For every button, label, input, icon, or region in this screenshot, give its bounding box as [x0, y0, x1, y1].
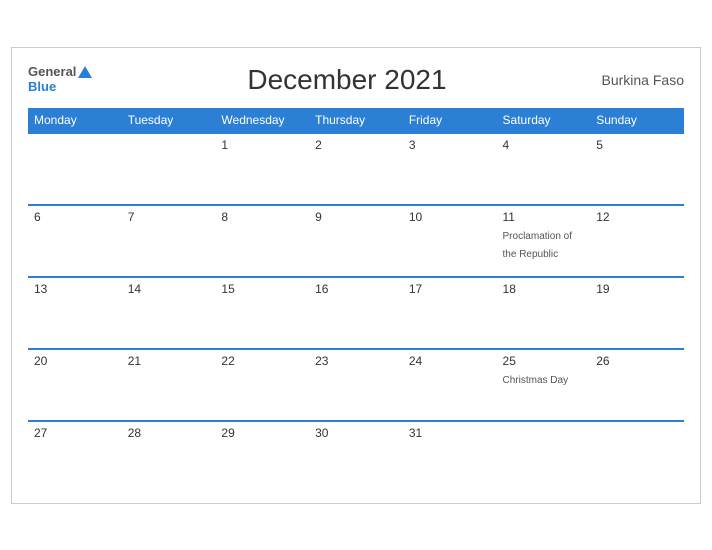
logo-blue-text: Blue — [28, 80, 92, 94]
day-number: 25 — [503, 354, 585, 368]
day-number: 24 — [409, 354, 491, 368]
day-cell: 7 — [122, 205, 216, 277]
day-cell: 4 — [497, 133, 591, 205]
day-cell — [28, 133, 122, 205]
day-cell: 16 — [309, 277, 403, 349]
day-cell: 22 — [215, 349, 309, 421]
week-row-2: 6789 10 11 Proclamation of the Republic 12 — [28, 205, 684, 277]
day-cell: 29 — [215, 421, 309, 493]
weekday-header-friday: Friday — [403, 108, 497, 133]
logo-general-text: General — [28, 65, 76, 79]
day-cell: 2 — [309, 133, 403, 205]
day-cell: 30 — [309, 421, 403, 493]
day-number: 5 — [596, 138, 678, 152]
logo-triangle-icon — [78, 66, 92, 78]
week-row-4: 20 21 22 23 24 25 Christmas Day 26 — [28, 349, 684, 421]
weekday-header-thursday: Thursday — [309, 108, 403, 133]
day-cell: 15 — [215, 277, 309, 349]
day-number: 26 — [596, 354, 678, 368]
holiday-text: Proclamation of the Republic — [503, 231, 572, 260]
day-number: 20 — [34, 354, 116, 368]
day-number: 7 — [128, 210, 210, 224]
day-number: 27 — [34, 426, 116, 440]
weekday-header-wednesday: Wednesday — [215, 108, 309, 133]
calendar-container: General Blue December 2021 Burkina Faso … — [11, 47, 701, 504]
day-cell: 11 Proclamation of the Republic — [497, 205, 591, 277]
day-cell: 19 — [590, 277, 684, 349]
day-cell: 28 — [122, 421, 216, 493]
day-cell: 5 — [590, 133, 684, 205]
day-number: 12 — [596, 210, 678, 224]
calendar-title: December 2021 — [247, 64, 446, 96]
day-number: 9 — [315, 210, 397, 224]
day-cell: 20 — [28, 349, 122, 421]
day-number: 1 — [221, 138, 303, 152]
day-number: 23 — [315, 354, 397, 368]
day-number: 21 — [128, 354, 210, 368]
day-cell: 9 — [309, 205, 403, 277]
holiday-text: Christmas Day — [503, 375, 569, 386]
day-cell: 10 — [403, 205, 497, 277]
calendar-thead: MondayTuesdayWednesdayThursdayFridaySatu… — [28, 108, 684, 133]
day-number: 22 — [221, 354, 303, 368]
day-cell: 14 — [122, 277, 216, 349]
day-number: 28 — [128, 426, 210, 440]
day-cell: 23 — [309, 349, 403, 421]
day-number: 3 — [409, 138, 491, 152]
day-cell: 26 — [590, 349, 684, 421]
weekday-header-saturday: Saturday — [497, 108, 591, 133]
day-cell: 6 — [28, 205, 122, 277]
day-cell: 8 — [215, 205, 309, 277]
day-cell: 31 — [403, 421, 497, 493]
weekday-header-row: MondayTuesdayWednesdayThursdayFridaySatu… — [28, 108, 684, 133]
week-row-1: 12345 — [28, 133, 684, 205]
calendar-header: General Blue December 2021 Burkina Faso — [28, 64, 684, 96]
day-number: 19 — [596, 282, 678, 296]
day-cell: 1 — [215, 133, 309, 205]
week-row-5: 27 28 29 30 31 — [28, 421, 684, 493]
day-cell: 25 Christmas Day — [497, 349, 591, 421]
day-cell — [497, 421, 591, 493]
day-cell: 17 — [403, 277, 497, 349]
calendar-table: MondayTuesdayWednesdayThursdayFridaySatu… — [28, 108, 684, 493]
weekday-header-monday: Monday — [28, 108, 122, 133]
weekday-header-tuesday: Tuesday — [122, 108, 216, 133]
day-number: 16 — [315, 282, 397, 296]
day-cell: 18 — [497, 277, 591, 349]
week-row-3: 13 14 15 16 17 18 19 — [28, 277, 684, 349]
logo: General Blue — [28, 65, 92, 94]
day-number: 2 — [315, 138, 397, 152]
day-number: 10 — [409, 210, 491, 224]
day-number: 31 — [409, 426, 491, 440]
day-number: 17 — [409, 282, 491, 296]
day-cell: 13 — [28, 277, 122, 349]
day-cell: 12 — [590, 205, 684, 277]
weekday-header-sunday: Sunday — [590, 108, 684, 133]
day-number: 11 — [503, 210, 585, 224]
day-number: 13 — [34, 282, 116, 296]
day-number: 15 — [221, 282, 303, 296]
day-cell: 21 — [122, 349, 216, 421]
day-number: 14 — [128, 282, 210, 296]
calendar-tbody: 1234567891011Proclamation of the Republi… — [28, 133, 684, 493]
day-cell: 3 — [403, 133, 497, 205]
day-cell — [590, 421, 684, 493]
day-number: 18 — [503, 282, 585, 296]
day-number: 30 — [315, 426, 397, 440]
day-cell: 24 — [403, 349, 497, 421]
day-cell: 27 — [28, 421, 122, 493]
day-number: 4 — [503, 138, 585, 152]
calendar-country: Burkina Faso — [602, 72, 684, 88]
day-number: 6 — [34, 210, 116, 224]
day-number: 8 — [221, 210, 303, 224]
day-cell — [122, 133, 216, 205]
day-number: 29 — [221, 426, 303, 440]
